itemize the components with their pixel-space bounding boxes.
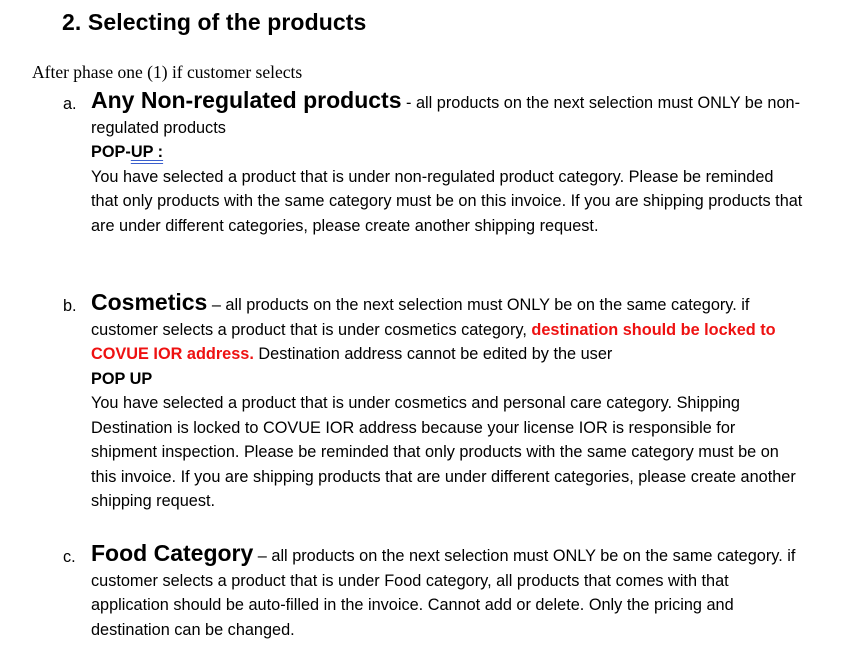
item-title: Food Category <box>91 540 254 566</box>
popup-text: You have selected a product that is unde… <box>91 167 803 235</box>
item-title: Cosmetics <box>91 289 208 315</box>
list-marker: c. <box>63 548 76 566</box>
item-title: Any Non-regulated products <box>91 87 402 113</box>
popup-label: POP-UP : <box>91 143 164 161</box>
item-description-cont: Destination address cannot be edited by … <box>253 345 613 363</box>
section-heading: 2. Selecting of the products <box>62 9 366 36</box>
popup-text: You have selected a product that is unde… <box>91 394 796 510</box>
list-item-food: c. Food Category – all products on the n… <box>63 540 803 642</box>
section-number: 2. <box>62 9 82 35</box>
list-item-non-regulated: a. Any Non-regulated products - all prod… <box>63 87 803 238</box>
intro-text: After phase one (1) if customer selects <box>32 62 303 82</box>
section-title: Selecting of the products <box>87 9 367 35</box>
list-marker: a. <box>63 95 77 113</box>
list-item-cosmetics: b. Cosmetics – all products on the next … <box>63 289 803 514</box>
popup-label: POP UP <box>91 369 153 388</box>
list-marker: b. <box>63 297 77 315</box>
